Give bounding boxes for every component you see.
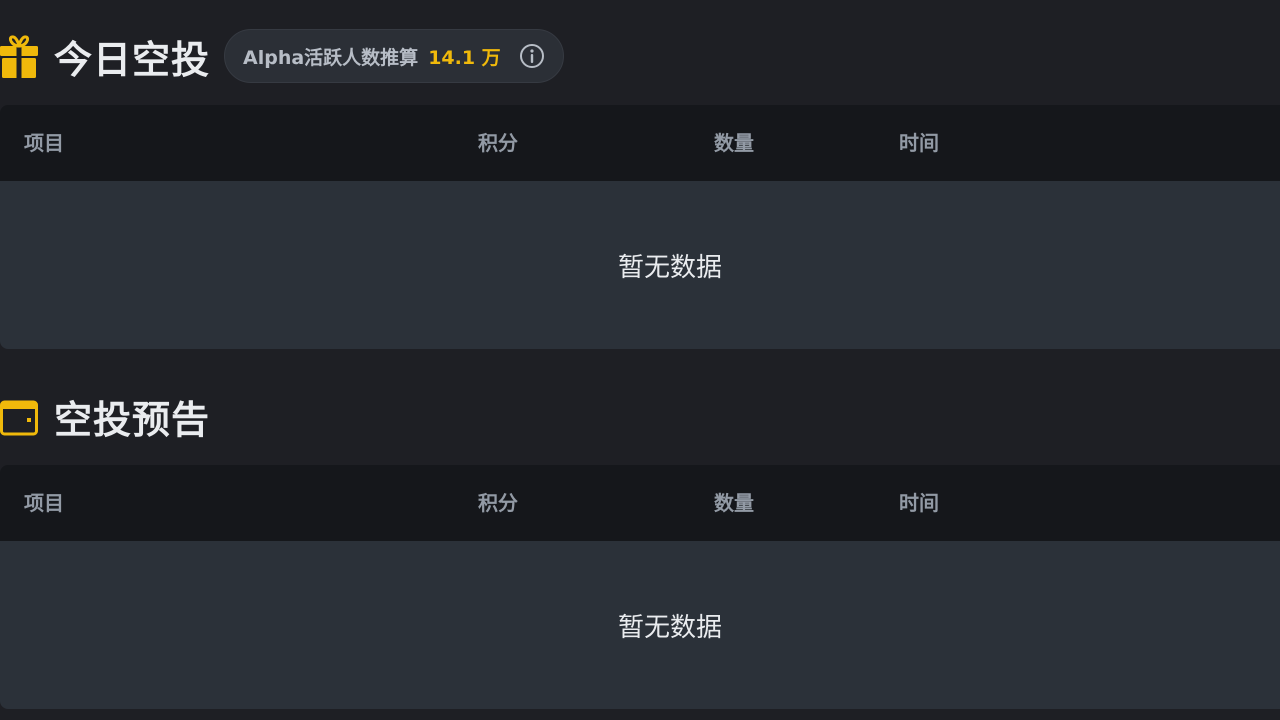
table-empty-state: 暂无数据 bbox=[0, 181, 1280, 349]
empty-state-text: 暂无数据 bbox=[617, 612, 722, 643]
column-header-quantity: 数量 bbox=[714, 131, 754, 155]
table-empty-state: 暂无数据 bbox=[0, 541, 1280, 709]
airdrop-preview-header: 空投预告 bbox=[0, 390, 210, 442]
column-header-project: 项目 bbox=[24, 491, 64, 515]
alpha-active-users-label: Alpha活跃人数推算 bbox=[243, 46, 419, 69]
airdrop-preview-table: 项目 积分 数量 时间 暂无数据 bbox=[0, 465, 1280, 709]
today-airdrop-table: 项目 积分 数量 时间 暂无数据 bbox=[0, 105, 1280, 349]
alpha-active-users-badge: Alpha活跃人数推算 14.1 万 bbox=[224, 29, 564, 83]
gift-icon bbox=[0, 34, 40, 78]
today-airdrop-header: 今日空投 Alpha活跃人数推算 14.1 万 bbox=[0, 29, 564, 83]
alpha-active-users-value: 14.1 万 bbox=[428, 46, 501, 69]
column-header-time: 时间 bbox=[899, 491, 939, 515]
table-header-row: 项目 积分 数量 时间 bbox=[0, 465, 1280, 541]
table-header-row: 项目 积分 数量 时间 bbox=[0, 105, 1280, 181]
airdrop-page: 今日空投 Alpha活跃人数推算 14.1 万 项目 积分 数量 时间 暂无数据 bbox=[0, 0, 1280, 720]
info-icon[interactable] bbox=[519, 43, 545, 69]
column-header-points: 积分 bbox=[478, 491, 518, 515]
today-airdrop-title: 今日空投 bbox=[54, 37, 211, 82]
column-header-points: 积分 bbox=[478, 131, 518, 155]
column-header-time: 时间 bbox=[899, 131, 939, 155]
calendar-icon bbox=[0, 394, 40, 438]
column-header-project: 项目 bbox=[24, 131, 64, 155]
column-header-quantity: 数量 bbox=[714, 491, 754, 515]
empty-state-text: 暂无数据 bbox=[617, 252, 722, 283]
airdrop-preview-title: 空投预告 bbox=[54, 397, 211, 442]
